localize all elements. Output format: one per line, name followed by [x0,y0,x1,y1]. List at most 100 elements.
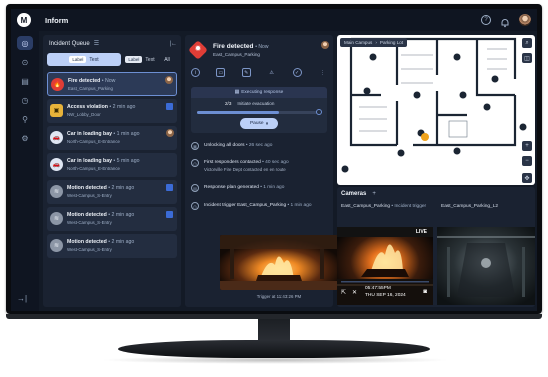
camera-tag: • Incident trigger [391,204,427,209]
detail-title: Fire detected [213,43,254,50]
filter-icon[interactable]: ☰ [94,40,99,47]
incident-detail-panel: ✹ Fire detected • Now East_Campus_Parkin… [185,35,338,307]
incident-item[interactable]: 🚗 Car in loading bay • 1 min ago North-C… [47,126,177,150]
detail-location: East_Campus_Parking [213,52,260,57]
responder-icon: ◷ [191,159,199,167]
zoom-out-icon[interactable]: − [522,156,532,166]
incident-location: West-Campus_S-Entry [67,220,112,225]
camera-label: East_Campus_Parking_L2 [441,204,499,209]
map-layers-icon[interactable]: ◫ [522,53,532,63]
breadcrumb-item[interactable]: Main Campus [344,40,372,45]
mute-icon[interactable]: ✕ [352,289,357,296]
response-progress-track [197,111,321,114]
queue-tabs: Label Text Label Text All [47,53,177,66]
timeline-time: • 1 min ago [260,185,285,190]
zoom-in-icon[interactable]: + [522,141,532,151]
tab-label: Text [145,56,155,63]
trigger-snapshot-image[interactable] [220,235,338,290]
timeline-text: Response plan generated [204,185,259,190]
camera-feed-secondary[interactable] [437,227,535,305]
map-breadcrumb[interactable]: Main Campus › Parking Lot [340,38,408,47]
tv-shadow [100,356,450,364]
incident-item[interactable]: ≋ Motion detected • 2 min ago West-Campu… [47,180,177,204]
top-bar: M Inform ? [11,9,537,31]
timeline-time: • 40 sec ago [262,160,289,165]
incident-item[interactable]: 🔥 Fire detected • Now East_Campus_Parkin… [47,72,177,96]
incident-queue-title: Incident Queue [49,40,90,47]
tab-chip: Label [69,56,87,63]
incident-item[interactable]: ≋ Motion detected • 2 min ago West-Campu… [47,234,177,258]
response-header: Executing response [241,90,284,95]
recenter-icon[interactable]: ✥ [522,173,532,183]
chat-icon[interactable]: ▭ [216,68,226,77]
tab-label: Text [89,56,99,63]
incident-item[interactable]: ▣ Access violation • 2 min ago NW_Lobby_… [47,99,177,123]
pause-button[interactable]: Pause ⏸ [240,118,278,129]
logo-icon: M [17,13,31,27]
app-screen: M Inform ? ◎ ⊙ ▤ ◷ ⚲ ⚙ →| Incident Queue… [11,9,537,311]
incident-location: North-Campus_E-Entrance [67,166,120,171]
incident-title: Motion detected [67,239,107,245]
alert-icon[interactable]: ⚠ [267,68,276,77]
help-icon[interactable]: ? [481,15,491,25]
incident-time: • 2 min ago [108,239,135,245]
collapse-panel-icon[interactable]: |← [169,41,177,47]
response-progress-end [316,109,322,115]
app-title: Inform [45,15,69,25]
signal-icon[interactable]: ⚲ [17,112,33,126]
car-icon: 🚗 [50,158,63,171]
user-avatar[interactable] [519,14,531,26]
collapse-rail-icon[interactable]: →| [17,294,27,303]
more-icon[interactable]: ⋮ [318,68,327,77]
notifications-icon[interactable] [500,15,510,28]
cameras-panel: Cameras + East_Campus_Parking • Incident… [337,187,535,307]
incident-title: Motion detected [67,185,107,191]
incident-time: • Now [101,78,116,84]
incident-location: North-Campus_E-Entrance [67,139,120,144]
radio-icon[interactable]: ⊙ [17,55,33,69]
headset-icon[interactable]: ◎ [17,36,33,50]
check-icon[interactable]: ✓ [292,68,302,77]
tab-text-2[interactable]: Label Text [123,53,157,66]
breadcrumb-item[interactable]: Parking Lot [380,40,403,45]
tab-all[interactable]: All [159,53,175,66]
incident-title: Motion detected [67,212,107,218]
incident-time: • 1 min ago [113,131,140,137]
pause-icon: ⏸ [265,121,268,127]
tv-stand-neck [258,319,290,340]
assignee-avatar[interactable] [321,41,329,49]
camera-label: East_Campus_Parking [341,204,391,209]
response-progress-fill [197,111,279,114]
nav-rail: ◎ ⊙ ▤ ◷ ⚲ ⚙ →| [11,31,39,311]
camera-feed-main[interactable]: LIVE 05:47:55PM THU SEP 16, 2024 ⇱ ✕ ◙ [337,227,433,305]
status-badge [166,103,173,110]
incident-location: East_Campus_Parking [68,86,113,91]
clock-icon[interactable]: ◷ [17,93,33,107]
map-icon[interactable]: ▤ [17,74,33,88]
add-camera-icon[interactable]: + [372,191,376,197]
status-badge [166,211,173,218]
info-icon[interactable]: i [191,68,200,77]
exit-fullscreen-icon[interactable]: ⇱ [341,289,346,296]
timeline-time: • 26 sec ago [245,143,273,148]
floor-plan-map[interactable]: Main Campus › Parking Lot ⌕ ◫ + − ✥ [337,35,535,185]
unlock-icon: ▦ [191,142,199,150]
incident-item[interactable]: 🚗 Car in loading bay • 5 min ago North-C… [47,153,177,177]
settings-icon[interactable]: ⚙ [17,131,33,145]
live-badge: LIVE [415,229,427,235]
fire-glyph-icon: ✹ [194,44,202,53]
incident-location: NW_Lobby_Door [67,112,101,117]
incident-location: West-Campus_S-Entry [67,193,112,198]
assignee-avatar [165,76,173,84]
response-icon: ▦ [234,90,240,95]
snapshot-icon[interactable]: ◙ [423,289,427,295]
timeline-subtext: Victorville Fire Dept contacted en en ro… [204,167,286,172]
incident-time: • 2 min ago [109,104,136,110]
map-search-icon[interactable]: ⌕ [522,38,532,48]
assignee-avatar [166,129,174,137]
tab-text-1[interactable]: Label Text [47,53,121,66]
camera-date: THU SEP 16, 2024 [365,293,406,298]
cameras-title: Cameras [341,191,367,197]
edit-icon[interactable]: ✎ [241,68,251,77]
incident-item[interactable]: ≋ Motion detected • 2 min ago West-Campu… [47,207,177,231]
